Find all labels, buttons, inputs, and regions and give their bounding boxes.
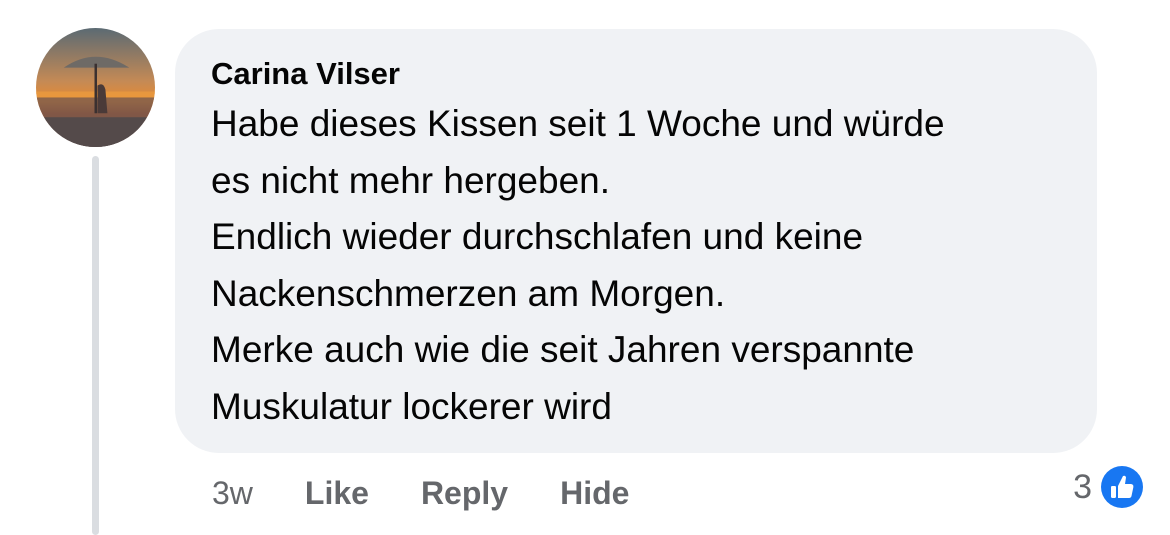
comment-line: es nicht mehr hergeben. — [211, 159, 611, 201]
reply-button[interactable]: Reply — [421, 475, 508, 512]
comment-author[interactable]: Carina Vilser — [211, 56, 400, 92]
comment-line: Nackenschmerzen am Morgen. — [211, 272, 726, 314]
comment-line: Habe dieses Kissen seit 1 Woche und würd… — [211, 103, 945, 144]
thumbs-up-icon — [1098, 463, 1146, 511]
reaction-summary[interactable]: 3 — [1073, 463, 1146, 511]
comment-text: Habe dieses Kissen seit 1 Woche und würd… — [211, 96, 1061, 435]
comment-timestamp[interactable]: 3w — [212, 475, 253, 512]
comment-line: Endlich wieder durchschlafen und keine — [211, 216, 864, 257]
comment-actions: 3w Like Reply Hide — [212, 471, 681, 515]
avatar-image — [36, 28, 155, 147]
hide-button[interactable]: Hide — [560, 475, 629, 512]
like-button[interactable]: Like — [305, 475, 369, 512]
comment-bubble: Carina Vilser Habe dieses Kissen seit 1 … — [175, 29, 1097, 453]
thread-line — [92, 156, 99, 535]
avatar[interactable] — [36, 28, 155, 147]
reaction-count: 3 — [1073, 467, 1092, 506]
comment-line: Muskulatur lockerer wird — [211, 385, 612, 427]
comment-line: Merke auch wie die seit Jahren verspannt… — [211, 329, 915, 370]
